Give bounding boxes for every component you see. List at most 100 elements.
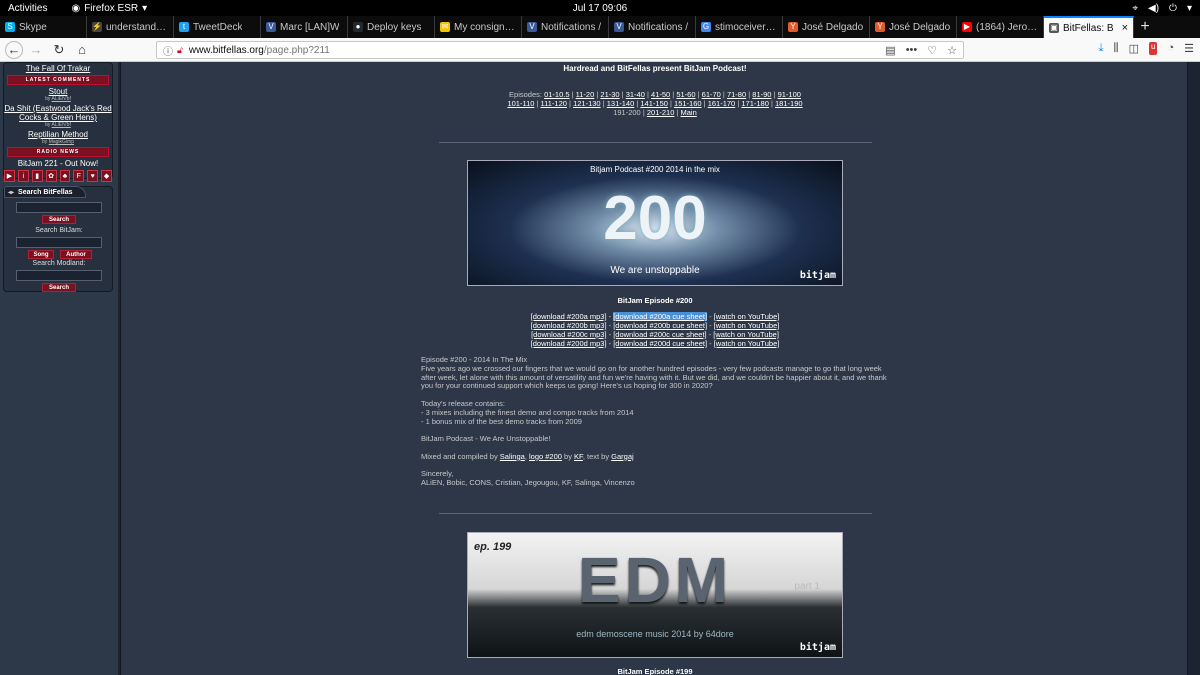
url-bar[interactable]: ⓘ 🔓︎ www.bitfellas.org/page.php?211 ▤ ••… — [156, 41, 964, 59]
comment-link[interactable]: Da Shit (Eastwood Jack's Red Cocks & Gre… — [4, 104, 112, 122]
episode-range-link[interactable]: 101-110 — [507, 99, 534, 108]
kf-link[interactable]: KF — [574, 452, 583, 461]
radio-control-icon[interactable]: F — [73, 170, 85, 182]
download-mp3-link[interactable]: [download #200b mp3] — [531, 321, 607, 330]
comment-link[interactable]: Stout — [4, 87, 112, 96]
radio-control-icon[interactable]: ♣ — [59, 170, 71, 182]
episode-range-link[interactable]: 01-10.5 — [544, 90, 569, 99]
tab-bitfellas[interactable]: ▣ BitFellas: B × — [1044, 16, 1134, 38]
tab-item[interactable]: Y José Delgado — [783, 16, 870, 38]
info-icon[interactable]: ⓘ — [163, 43, 173, 58]
episode-range-link[interactable]: Main — [681, 108, 697, 117]
episode-range-link[interactable]: 151-160 — [674, 99, 702, 108]
reader-view-icon[interactable]: ▤ — [885, 44, 895, 57]
tab-item[interactable]: Y José Delgado — [870, 16, 957, 38]
download-cue-link[interactable]: [download #200d cue sheet] — [613, 339, 707, 348]
download-cue-link[interactable]: [download #200b cue sheet] — [613, 321, 707, 330]
back-button[interactable]: ← — [5, 40, 23, 59]
system-tray[interactable]: ⌖ ◀) ⏻ ▾ — [1132, 3, 1192, 14]
episode-range-link[interactable]: 161-170 — [708, 99, 736, 108]
download-mp3-link[interactable]: [download #200d mp3] — [531, 339, 607, 348]
url-text[interactable]: www.bitfellas.org/page.php?211 — [189, 45, 330, 56]
insecure-lock-icon[interactable]: 🔓︎ — [177, 45, 183, 56]
salinga-link[interactable]: Salinga — [500, 452, 525, 461]
comment-author-link[interactable]: ALiEN'bf — [52, 96, 71, 102]
gargaj-link[interactable]: Gargaj — [611, 452, 634, 461]
sidebar-toggle-icon[interactable]: ◫ — [1129, 42, 1139, 55]
radio-control-icon[interactable]: i — [17, 170, 29, 182]
episode-range-link[interactable]: 171-180 — [741, 99, 769, 108]
bookmark-star-icon[interactable]: ☆ — [947, 44, 957, 57]
download-mp3-link[interactable]: [download #200a mp3] — [531, 312, 607, 321]
episode-range-link[interactable]: 81-90 — [752, 90, 771, 99]
search-title-text: Search BitFellas — [18, 188, 73, 196]
youtube-link[interactable]: [watch on YouTube] — [714, 321, 780, 330]
home-button[interactable]: ⌂ — [72, 40, 92, 60]
reload-button[interactable]: ↻ — [49, 40, 69, 60]
clock[interactable]: Jul 17 09:06 — [0, 3, 1200, 14]
episode-range-link[interactable]: 181-190 — [775, 99, 803, 108]
author-search-button[interactable]: Author — [60, 250, 92, 259]
tab-item[interactable]: S Skype — [0, 16, 87, 38]
page-actions-icon[interactable]: ••• — [906, 44, 918, 57]
radio-control-icon[interactable]: ▮ — [31, 170, 43, 182]
comment-author-link[interactable]: ALiEN'bf — [52, 122, 71, 128]
tab-item[interactable]: V Notifications / — [609, 16, 696, 38]
episode-range-link[interactable]: 141-150 — [640, 99, 668, 108]
radio-control-icon[interactable]: ◆ — [101, 170, 112, 182]
download-cue-link[interactable]: [download #200c cue sheet] — [613, 330, 706, 339]
episode-range-link[interactable]: 11-20 — [576, 90, 595, 99]
collapse-icon[interactable]: ◂▸ — [8, 189, 14, 196]
tab-item[interactable]: ▶ (1864) Jeroen — [957, 16, 1044, 38]
tab-item[interactable]: V Marc [LAN]W — [261, 16, 348, 38]
modland-search-button[interactable]: Search — [42, 283, 76, 292]
app-menu[interactable]: ◉ Firefox ESR ▾ — [71, 3, 147, 14]
library-icon[interactable]: ⫼ — [1114, 42, 1119, 55]
youtube-link[interactable]: [watch on YouTube] — [714, 312, 780, 321]
episode-range-link[interactable]: 131-140 — [607, 99, 635, 108]
song-search-button[interactable]: Song — [28, 250, 54, 259]
youtube-link[interactable]: [watch on YouTube] — [714, 339, 780, 348]
episode-range-link[interactable]: 61-70 — [702, 90, 721, 99]
episode-range-link[interactable]: 121-130 — [573, 99, 601, 108]
logo-200-link[interactable]: logo #200 — [529, 452, 562, 461]
extension-icon[interactable]: ◔ — [1167, 42, 1174, 55]
episode-range-link[interactable]: 111-120 — [541, 99, 567, 108]
modland-search-input[interactable] — [16, 270, 102, 281]
forward-button[interactable]: → — [26, 40, 46, 60]
episode-range-link[interactable]: 51-60 — [676, 90, 695, 99]
download-mp3-link[interactable]: [download #200c mp3] — [531, 330, 606, 339]
close-tab-icon[interactable]: × — [1122, 22, 1128, 34]
bitfellas-search-input[interactable] — [16, 202, 102, 213]
comment-author-link[interactable]: MagikGimp — [49, 139, 74, 145]
downloads-icon[interactable]: ⤓ — [1099, 42, 1104, 55]
radio-control-icon[interactable]: ▶ — [4, 170, 15, 182]
top-link[interactable]: The Fall Of Trakar — [4, 64, 112, 73]
radio-control-icon[interactable]: ✿ — [45, 170, 57, 182]
new-tab-button[interactable]: + — [1134, 16, 1156, 38]
episode-range-link[interactable]: 31-40 — [626, 90, 645, 99]
tab-item[interactable]: Gstimoceiver pd — [696, 16, 783, 38]
episode-range-link[interactable]: 21-30 — [600, 90, 619, 99]
pocket-icon[interactable]: ♡ — [927, 44, 937, 57]
ublock-icon[interactable]: u — [1149, 42, 1158, 55]
radio-control-icon[interactable]: ♥ — [87, 170, 99, 182]
comment-link[interactable]: Reptilian Method — [4, 130, 112, 139]
episode-range-link[interactable]: 41-50 — [651, 90, 670, 99]
bitfellas-search-button[interactable]: Search — [42, 215, 76, 224]
tab-item[interactable]: ✉ My consignme — [435, 16, 522, 38]
menu-icon[interactable]: ☰ — [1184, 42, 1194, 55]
desc-credits: Mixed and compiled by Salinga, logo #200… — [421, 452, 889, 462]
tab-item[interactable]: t TweetDeck — [174, 16, 261, 38]
episode-range-link[interactable]: 201-210 — [647, 108, 675, 117]
tab-item[interactable]: V Notifications / — [522, 16, 609, 38]
episode-range-link[interactable]: 71-80 — [727, 90, 746, 99]
activities-button[interactable]: Activities — [8, 3, 47, 14]
episode-range-link[interactable]: 91-100 — [778, 90, 801, 99]
download-cue-link[interactable]: [download #200a cue sheet] — [613, 312, 708, 321]
comment-byline: by ALiEN'bf — [4, 122, 112, 128]
tab-item[interactable]: ● Deploy keys — [348, 16, 435, 38]
bitjam-search-input[interactable] — [16, 237, 102, 248]
tab-item[interactable]: ⚡ understanding — [87, 16, 174, 38]
youtube-link[interactable]: [watch on YouTube] — [713, 330, 779, 339]
